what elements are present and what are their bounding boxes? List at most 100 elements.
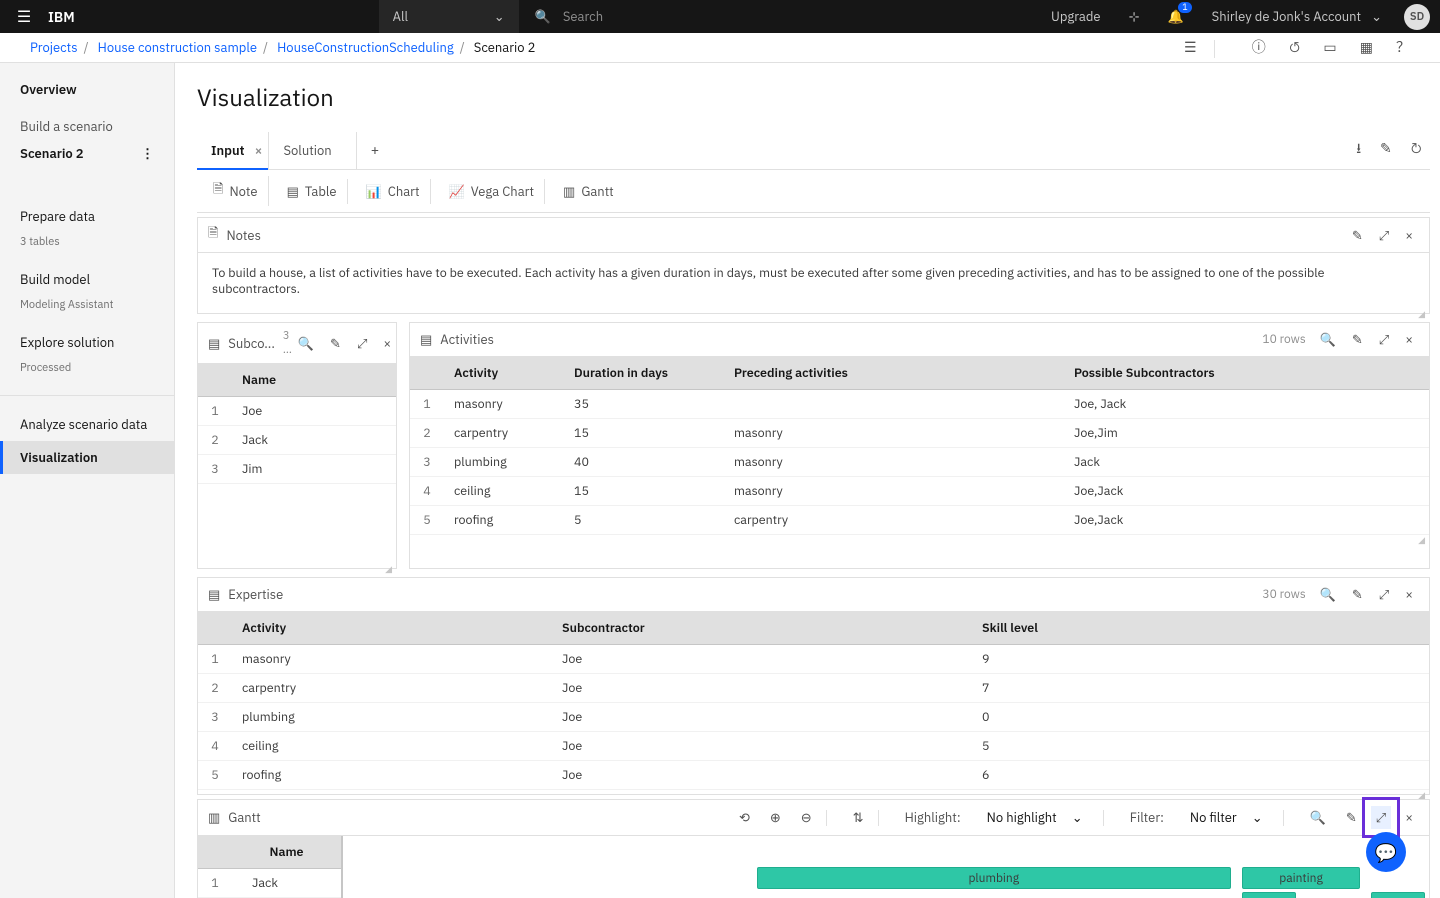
table-row[interactable]: 1masonry35Joe, Jack <box>410 390 1429 419</box>
edit-icon[interactable]: ✎ <box>1346 584 1369 605</box>
col-duration[interactable]: Duration in days <box>564 357 724 390</box>
col-activity[interactable]: Activity <box>232 612 552 645</box>
col-skill[interactable]: Skill level <box>972 612 1429 645</box>
resize-handle[interactable]: ◢ <box>410 535 1429 539</box>
gantt-row[interactable]: 1Jack <box>198 869 341 898</box>
grid-icon[interactable]: ▦ <box>1350 38 1383 56</box>
comment-icon[interactable]: ▭ <box>1313 38 1346 56</box>
zoom-out-icon[interactable]: ⊖ <box>795 807 818 828</box>
sidebar-visualization[interactable]: Visualization <box>0 441 174 474</box>
expertise-table[interactable]: Activity Subcontractor Skill level 1maso… <box>198 612 1429 790</box>
edit-icon[interactable]: ✎ <box>1346 329 1369 350</box>
help-icon[interactable]: ？ <box>1386 38 1420 56</box>
popout-icon[interactable]: ⤢ <box>1373 225 1395 246</box>
add-vega-button[interactable]: 📈Vega Chart <box>439 179 545 204</box>
col-subcontractors[interactable]: Possible Subcontractors <box>1064 357 1429 390</box>
highlight-dropdown[interactable]: No highlight ⌄ <box>975 807 1095 828</box>
fit-icon[interactable]: ⟲ <box>733 807 756 828</box>
table-row[interactable]: 2Jack <box>198 426 396 455</box>
table-row[interactable]: 1Joe <box>198 397 396 426</box>
table-row[interactable]: 1masonryJoe9 <box>198 645 1429 674</box>
info-icon[interactable]: ⓘ <box>1242 38 1276 56</box>
table-row[interactable]: 3Jim <box>198 455 396 484</box>
table-row[interactable]: 4ceiling15masonryJoe,Jack <box>410 477 1429 506</box>
account-dropdown[interactable]: Shirley de Jonk's Account ⌄ <box>1198 0 1396 33</box>
table-row[interactable]: 2carpentryJoe7 <box>198 674 1429 703</box>
kebab-menu-icon[interactable]: ⋮ <box>141 145 154 162</box>
scope-dropdown[interactable]: All ⌄ <box>379 0 519 33</box>
gantt-bar[interactable]: painting <box>1242 867 1361 889</box>
col-preceding[interactable]: Preceding activities <box>724 357 1064 390</box>
filter-dropdown[interactable]: No filter ⌄ <box>1178 807 1275 828</box>
table-row[interactable]: 3plumbingJoe0 <box>198 703 1429 732</box>
resize-handle[interactable]: ◢ <box>198 309 1429 313</box>
crumb-sample[interactable]: House construction sample <box>98 39 257 56</box>
subcontractors-table[interactable]: Name 1Joe 2Jack 3Jim <box>198 364 396 484</box>
edit-icon[interactable]: ✎ <box>1372 139 1400 157</box>
add-table-button[interactable]: ▤Table <box>277 179 348 204</box>
search-icon[interactable]: 🔍 <box>292 333 320 354</box>
edit-icon[interactable]: ✎ <box>1340 807 1363 828</box>
notifications-icon[interactable]: 🔔1 <box>1153 0 1197 33</box>
edit-icon[interactable]: ✎ <box>324 333 347 354</box>
col-name[interactable]: Name <box>232 364 396 397</box>
sidebar-build-scenario[interactable]: Build a scenario <box>0 116 174 137</box>
table-row[interactable]: 5roofingJoe6 <box>198 761 1429 790</box>
notes-body[interactable]: To build a house, a list of activities h… <box>198 253 1429 309</box>
gantt-bar[interactable]: moving <box>1371 892 1425 898</box>
crumb-projects[interactable]: Projects <box>30 39 78 56</box>
gantt-lane[interactable]: plumbing painting <box>347 867 1425 891</box>
table-row[interactable]: 2carpentry15masonryJoe,Jim <box>410 419 1429 448</box>
add-note-button[interactable]: 🗎Note <box>203 176 269 206</box>
table-row[interactable]: 3plumbing40masonryJack <box>410 448 1429 477</box>
sort-icon[interactable]: ⇅ <box>847 807 870 828</box>
avatar[interactable]: SD <box>1404 4 1430 30</box>
hamburger-menu-icon[interactable]: ☰ <box>0 7 48 27</box>
add-tab-button[interactable]: + <box>357 131 403 169</box>
table-row[interactable]: 5roofing5carpentryJoe,Jack <box>410 506 1429 535</box>
close-icon[interactable]: × <box>1399 329 1419 350</box>
sidebar-scenario-name[interactable]: Scenario 2 ⋮ <box>0 137 174 170</box>
gantt-col-name[interactable]: Name <box>232 836 341 869</box>
gantt-bar[interactable]: garden <box>1242 892 1296 898</box>
close-icon[interactable]: × <box>1399 225 1419 246</box>
tab-input[interactable]: Input × <box>197 132 269 169</box>
search-box[interactable]: 🔍 Search <box>519 8 1037 25</box>
col-subcontractor[interactable]: Subcontractor <box>552 612 972 645</box>
tab-solution[interactable]: Solution <box>269 132 356 169</box>
gantt-lane[interactable]: garden moving <box>347 892 1425 898</box>
close-icon[interactable]: × <box>1399 584 1419 605</box>
popout-icon[interactable]: ⤢ <box>1371 806 1391 829</box>
sidebar-overview[interactable]: Overview <box>0 73 174 116</box>
close-icon[interactable]: × <box>377 333 397 354</box>
activities-table[interactable]: Activity Duration in days Preceding acti… <box>410 357 1429 535</box>
refresh-icon[interactable]: ↻ <box>1403 139 1430 157</box>
add-chart-button[interactable]: 📊Chart <box>356 179 431 204</box>
edit-icon[interactable]: ✎ <box>1346 225 1369 246</box>
search-icon[interactable]: 🔍 <box>1314 584 1342 605</box>
zoom-in-icon[interactable]: ⊕ <box>764 807 787 828</box>
list-view-icon[interactable]: ☰ <box>1174 38 1207 56</box>
assist-icon[interactable]: ⊹ <box>1115 0 1154 33</box>
table-row[interactable]: 4ceilingJoe5 <box>198 732 1429 761</box>
download-icon[interactable]: ⭳ <box>1348 139 1369 157</box>
expertise-title: Expertise <box>228 586 283 603</box>
history-icon[interactable]: ↺ <box>1279 38 1310 56</box>
popout-icon[interactable]: ⤢ <box>1373 584 1395 605</box>
close-icon[interactable]: × <box>1399 807 1419 828</box>
popout-icon[interactable]: ⤢ <box>351 333 373 354</box>
add-gantt-button[interactable]: ▥Gantt <box>553 179 624 204</box>
close-tab-icon[interactable]: × <box>255 142 263 159</box>
gantt-bar[interactable]: plumbing <box>757 867 1231 889</box>
popout-icon[interactable]: ⤢ <box>1373 329 1395 350</box>
col-activity[interactable]: Activity <box>444 357 564 390</box>
chat-fab[interactable]: 💬 <box>1366 832 1406 872</box>
resize-handle[interactable]: ◢ <box>198 564 396 568</box>
resize-handle[interactable]: ◢ <box>198 790 1429 794</box>
upgrade-link[interactable]: Upgrade <box>1037 0 1115 33</box>
crumb-scheduling[interactable]: HouseConstructionScheduling <box>277 39 454 56</box>
search-icon[interactable]: 🔍 <box>1304 807 1332 828</box>
search-icon[interactable]: 🔍 <box>1314 329 1342 350</box>
sidebar-analyze[interactable]: Analyze scenario data <box>0 408 174 441</box>
gantt-body[interactable]: Name 1Jack 2Jim 3Joe plumbingpaintinggar… <box>198 836 1429 898</box>
